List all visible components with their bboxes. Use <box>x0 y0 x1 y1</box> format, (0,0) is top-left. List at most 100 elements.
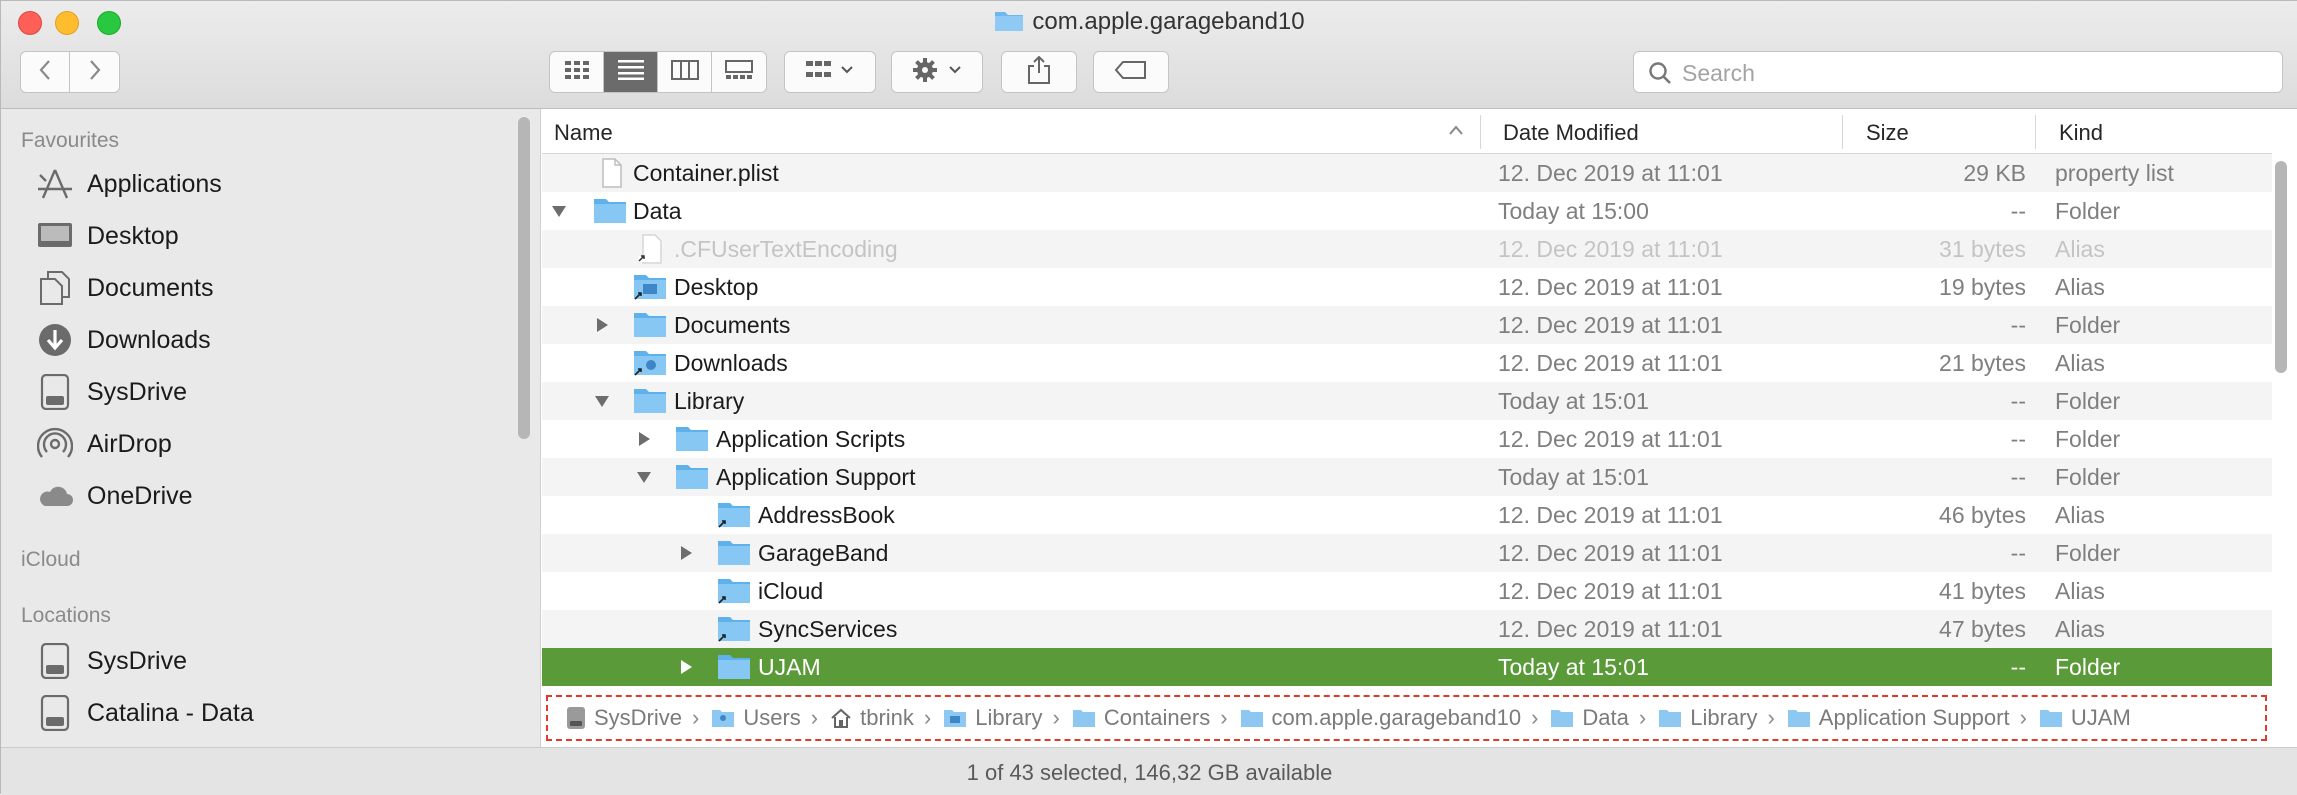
disclosure-triangle-expanded[interactable] <box>551 202 567 220</box>
column-kind-header[interactable]: Kind <box>2059 120 2103 146</box>
sidebar-item-onedrive[interactable]: OneDrive <box>36 474 193 518</box>
table-row[interactable]: Desktop 12. Dec 2019 at 11:01 19 bytes A… <box>542 268 2272 306</box>
list-scrollbar[interactable] <box>2275 161 2287 373</box>
row-name: AddressBook <box>758 502 895 528</box>
path-item-library[interactable]: Library › <box>943 705 1072 731</box>
column-view-button[interactable] <box>658 52 712 92</box>
disclosure-triangle-collapsed[interactable] <box>678 658 694 676</box>
table-row[interactable]: AddressBook 12. Dec 2019 at 11:01 46 byt… <box>542 496 2272 534</box>
sidebar-item-label: Downloads <box>87 325 211 354</box>
grid-icon <box>564 60 589 84</box>
column-name-header[interactable]: Name <box>554 120 613 146</box>
path-item-containers[interactable]: Containers › <box>1072 705 1240 731</box>
table-row[interactable]: Library Today at 15:01 -- Folder <box>542 382 2272 420</box>
table-row[interactable]: SyncServices 12. Dec 2019 at 11:01 47 by… <box>542 610 2272 648</box>
row-size: 47 bytes <box>1939 616 2026 642</box>
sort-ascending-icon <box>1448 123 1464 141</box>
sidebar-item-catalina-data[interactable]: Catalina - Data <box>36 691 254 735</box>
group-by-button[interactable] <box>784 51 876 93</box>
columns-icon <box>670 59 699 85</box>
alias-folder-icon <box>717 500 750 530</box>
list-view-button[interactable] <box>604 52 658 92</box>
disclosure-triangle-collapsed[interactable] <box>636 430 652 448</box>
row-kind: Alias <box>2055 616 2105 642</box>
table-row[interactable]: Application Scripts 12. Dec 2019 at 11:0… <box>542 420 2272 458</box>
drive-icon <box>36 642 74 680</box>
disclosure-triangle-collapsed[interactable] <box>678 544 694 562</box>
row-kind: Folder <box>2055 540 2121 566</box>
table-row[interactable]: iCloud 12. Dec 2019 at 11:01 41 bytes Al… <box>542 572 2272 610</box>
row-name: SyncServices <box>758 616 898 642</box>
row-date: 12. Dec 2019 at 11:01 <box>1498 616 1723 642</box>
table-row[interactable]: Data Today at 15:00 -- Folder <box>542 192 2272 230</box>
row-kind: Alias <box>2055 236 2105 262</box>
folder-icon <box>1240 708 1264 728</box>
downloads-icon <box>36 321 74 359</box>
row-date: 12. Dec 2019 at 11:01 <box>1498 540 1723 566</box>
table-row[interactable]: Documents 12. Dec 2019 at 11:01 -- Folde… <box>542 306 2272 344</box>
path-item-garageband-container[interactable]: com.apple.garageband10 › <box>1240 705 1551 731</box>
table-row[interactable]: Container.plist 12. Dec 2019 at 11:01 29… <box>542 154 2272 192</box>
sidebar-item-documents[interactable]: Documents <box>36 266 213 310</box>
table-row-selected[interactable]: UJAM Today at 15:01 -- Folder <box>542 648 2272 686</box>
forward-button[interactable] <box>70 52 119 92</box>
table-row[interactable]: Application Support Today at 15:01 -- Fo… <box>542 458 2272 496</box>
search-placeholder: Search <box>1682 60 1755 86</box>
path-item-ujam[interactable]: UJAM <box>2039 705 2131 731</box>
path-item-library-2[interactable]: Library › <box>1658 705 1787 731</box>
share-icon <box>1027 55 1051 89</box>
library-folder-icon <box>943 708 967 728</box>
disclosure-triangle-expanded[interactable] <box>594 392 610 410</box>
row-kind: Folder <box>2055 426 2121 452</box>
file-rows: Container.plist 12. Dec 2019 at 11:01 29… <box>542 154 2272 686</box>
path-item-users[interactable]: Users › <box>711 705 830 731</box>
home-icon <box>830 708 852 728</box>
path-item-label: Data <box>1582 705 1629 730</box>
table-row[interactable]: .CFUserTextEncoding 12. Dec 2019 at 11:0… <box>542 230 2272 268</box>
row-kind: Folder <box>2055 464 2121 490</box>
sidebar-item-downloads[interactable]: Downloads <box>36 318 211 362</box>
row-kind: Folder <box>2055 312 2121 338</box>
disclosure-triangle-collapsed[interactable] <box>594 316 610 334</box>
back-button[interactable] <box>21 52 71 92</box>
sidebar-item-label: Catalina - Data <box>87 698 254 727</box>
sidebar-item-sysdrive[interactable]: SysDrive <box>36 370 187 414</box>
column-date-header[interactable]: Date Modified <box>1503 120 1639 146</box>
sidebar-item-sysdrive-location[interactable]: SysDrive <box>36 639 187 683</box>
disclosure-triangle-expanded[interactable] <box>636 468 652 486</box>
sidebar-item-airdrop[interactable]: AirDrop <box>36 422 172 466</box>
row-name: Data <box>633 198 682 224</box>
path-item-application-support[interactable]: Application Support › <box>1787 705 2039 731</box>
sidebar-item-desktop[interactable]: Desktop <box>36 214 179 258</box>
table-row[interactable]: GarageBand 12. Dec 2019 at 11:01 -- Fold… <box>542 534 2272 572</box>
path-item-tbrink[interactable]: tbrink › <box>830 705 943 731</box>
gallery-view-button[interactable] <box>712 52 766 92</box>
column-separator <box>1842 115 1843 149</box>
row-kind: Alias <box>2055 502 2105 528</box>
row-size: 21 bytes <box>1939 350 2026 376</box>
row-date: Today at 15:00 <box>1498 198 1649 224</box>
path-item-data[interactable]: Data › <box>1550 705 1658 731</box>
tags-button[interactable] <box>1093 51 1169 93</box>
table-row[interactable]: Downloads 12. Dec 2019 at 11:01 21 bytes… <box>542 344 2272 382</box>
path-item-sysdrive[interactable]: SysDrive › <box>566 705 711 731</box>
sidebar-scrollbar[interactable] <box>518 117 530 439</box>
sidebar-item-label: SysDrive <box>87 377 188 406</box>
folder-icon <box>994 8 1024 39</box>
folder-icon <box>1550 708 1574 728</box>
row-name: Desktop <box>674 274 759 300</box>
icon-view-button[interactable] <box>550 52 604 92</box>
applications-icon <box>36 165 74 203</box>
row-date: 12. Dec 2019 at 11:01 <box>1498 502 1723 528</box>
users-folder-icon <box>711 708 735 728</box>
sidebar-item-applications[interactable]: Applications <box>36 162 222 206</box>
chevron-right-icon: › <box>1767 705 1775 730</box>
chevron-right-icon: › <box>1220 705 1228 730</box>
column-size-header[interactable]: Size <box>1866 120 1909 146</box>
row-name: Application Scripts <box>716 426 906 452</box>
share-button[interactable] <box>1001 51 1077 93</box>
column-separator <box>2035 115 2036 149</box>
search-field[interactable]: Search <box>1633 51 2283 93</box>
folder-icon <box>633 310 666 340</box>
action-menu-button[interactable] <box>891 51 983 93</box>
